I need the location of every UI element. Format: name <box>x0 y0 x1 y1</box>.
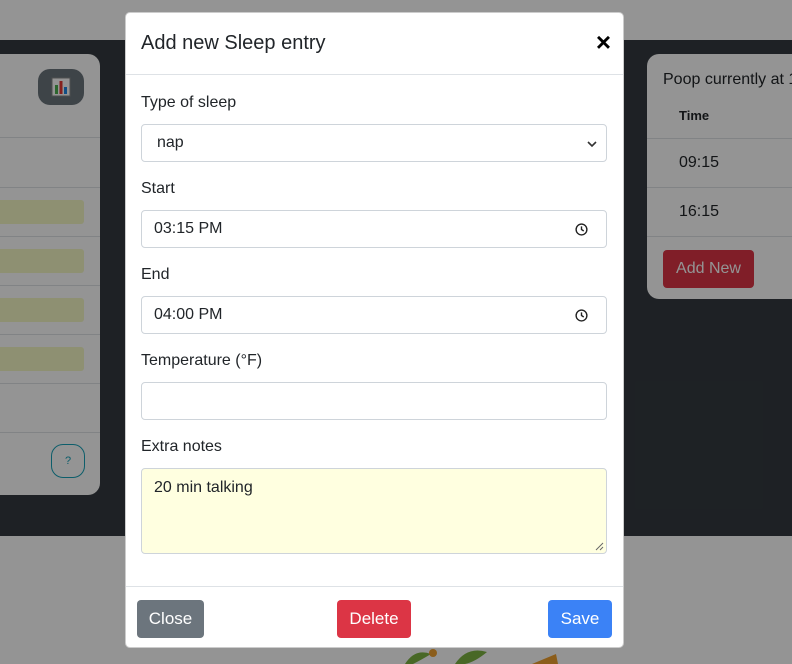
chevron-down-icon <box>587 141 597 148</box>
start-label: Start <box>141 180 175 197</box>
temperature-label: Temperature (°F) <box>141 352 263 369</box>
save-button[interactable]: Save <box>548 600 612 638</box>
end-time-input[interactable]: 04:00 PM <box>141 296 607 334</box>
close-icon[interactable]: × <box>596 29 611 55</box>
type-of-sleep-value: nap <box>157 134 184 151</box>
end-label: End <box>141 266 170 283</box>
delete-button[interactable]: Delete <box>337 600 411 638</box>
modal-header: Add new Sleep entry × <box>126 13 623 75</box>
modal-footer: Close Delete Save <box>126 586 623 648</box>
type-of-sleep-label: Type of sleep <box>141 94 237 111</box>
type-of-sleep-select[interactable]: nap <box>141 124 607 162</box>
modal-title: Add new Sleep entry <box>141 32 326 54</box>
extra-notes-value: 20 min talking <box>154 479 253 496</box>
extra-notes-textarea[interactable]: 20 min talking <box>141 468 607 554</box>
temperature-input[interactable] <box>141 382 607 420</box>
clock-icon[interactable] <box>575 309 588 322</box>
add-sleep-modal: Add new Sleep entry × Type of sleep nap … <box>125 12 624 648</box>
end-time-value: 04:00 PM <box>154 306 223 323</box>
extra-notes-label: Extra notes <box>141 438 222 455</box>
resize-grip-icon[interactable] <box>594 541 604 551</box>
start-time-value: 03:15 PM <box>154 220 223 237</box>
clock-icon[interactable] <box>575 223 588 236</box>
start-time-input[interactable]: 03:15 PM <box>141 210 607 248</box>
close-button[interactable]: Close <box>137 600 204 638</box>
